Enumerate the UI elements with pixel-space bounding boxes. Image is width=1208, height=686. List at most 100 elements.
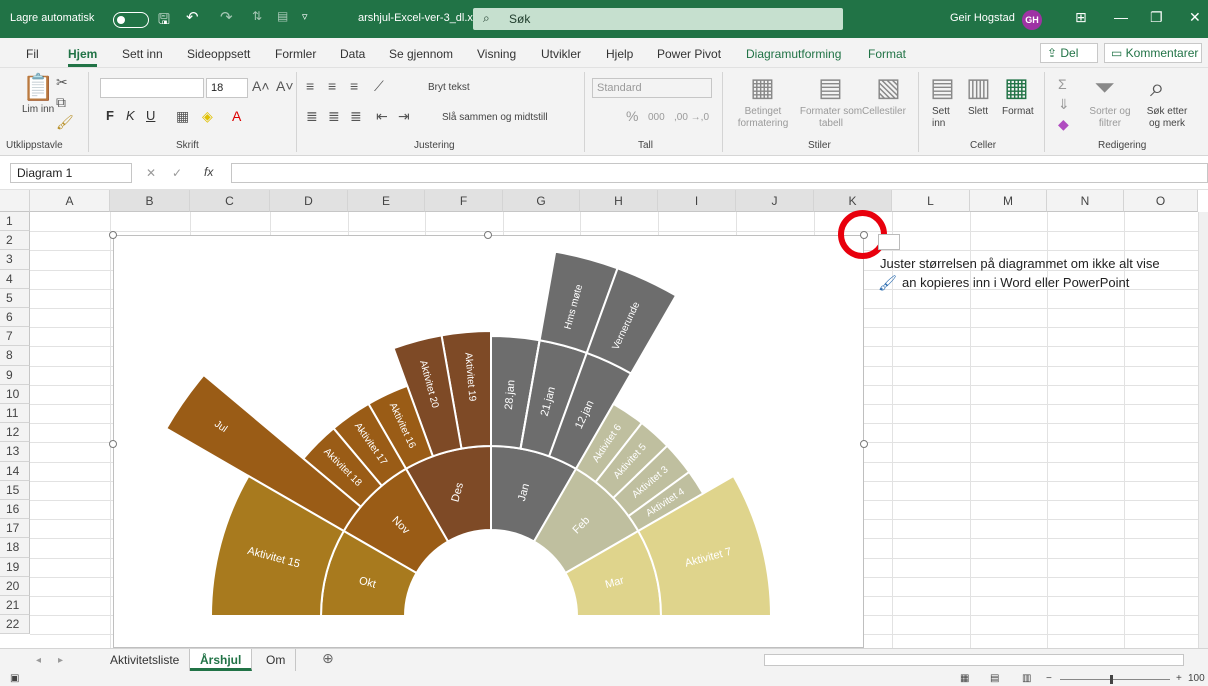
percent-button[interactable]: % xyxy=(626,109,638,123)
column-header[interactable]: F xyxy=(425,190,503,212)
borders-icon[interactable]: ▦ xyxy=(176,108,189,125)
align-left-icon[interactable]: ≣ xyxy=(306,108,318,125)
tab-home[interactable]: Hjem xyxy=(68,47,98,67)
tab-review[interactable]: Se gjennom xyxy=(389,47,453,61)
customize-toolbar-icon[interactable]: ▿ xyxy=(302,10,308,23)
comments-button[interactable]: ▭ Kommentarer xyxy=(1104,43,1202,63)
align-right-icon[interactable]: ≣ xyxy=(350,108,362,125)
indent-increase-icon[interactable]: ⇥ xyxy=(398,108,410,125)
enter-icon[interactable]: ✓ xyxy=(172,167,182,179)
resize-handle[interactable] xyxy=(860,440,868,448)
sheet-tab-aktivitetsliste[interactable]: Aktivitetsliste xyxy=(100,649,191,671)
row-header[interactable]: 13 xyxy=(0,442,30,462)
insert-function-icon[interactable]: fx xyxy=(204,166,213,178)
column-header[interactable]: D xyxy=(270,190,348,212)
fill-icon[interactable]: ⇓ xyxy=(1058,96,1070,113)
align-middle-icon[interactable]: ≡ xyxy=(328,78,336,94)
sunburst-chart[interactable]: Jan Feb Mar Des Nov Okt 28.jan 21.jan 12.jan Hms … xyxy=(113,235,864,648)
resize-handle[interactable] xyxy=(109,440,117,448)
zoom-slider[interactable] xyxy=(1060,679,1170,680)
next-sheet-icon[interactable]: ▸ xyxy=(58,655,63,667)
tab-view[interactable]: Visning xyxy=(477,47,516,61)
row-header[interactable]: 15 xyxy=(0,480,30,500)
tab-file[interactable]: Fil xyxy=(26,47,39,61)
bold-button[interactable]: F xyxy=(106,109,114,122)
worksheet-grid[interactable]: ABCDEFGHIJKLMNO 1 2 3 4 5 6 7 8 9 10 11 12 13 14 15 16 1… xyxy=(0,190,1208,648)
conditional-format-icon[interactable]: ▦ xyxy=(750,72,775,103)
add-sheet-button[interactable]: ⊕ xyxy=(322,651,334,665)
share-button[interactable]: ⇪ Del xyxy=(1040,43,1098,63)
tab-data[interactable]: Data xyxy=(340,47,365,61)
column-header[interactable]: O xyxy=(1124,190,1198,212)
column-header[interactable]: C xyxy=(190,190,270,212)
form-icon[interactable]: ▤ xyxy=(277,9,288,23)
horizontal-scrollbar[interactable] xyxy=(764,654,1184,666)
formula-input[interactable] xyxy=(231,163,1208,183)
increase-font-icon[interactable]: A˄ xyxy=(252,78,270,94)
font-size-select[interactable]: 18 xyxy=(206,78,248,98)
sheet-tab-arshjul[interactable]: Årshjul xyxy=(190,649,253,671)
sort-filter-icon[interactable]: ⏷ xyxy=(1094,72,1115,104)
font-family-select[interactable] xyxy=(100,78,204,98)
tab-insert[interactable]: Sett inn xyxy=(122,47,163,61)
row-header[interactable]: 2 xyxy=(0,231,30,251)
row-header[interactable]: 3 xyxy=(0,250,30,270)
resize-handle[interactable] xyxy=(484,231,492,239)
redo-icon[interactable]: ↷ xyxy=(220,8,233,26)
autosave-toggle[interactable] xyxy=(113,12,149,28)
row-header[interactable]: 5 xyxy=(0,288,30,308)
row-header[interactable]: 20 xyxy=(0,576,30,596)
tab-developer[interactable]: Utvikler xyxy=(541,47,581,61)
wrap-text-button[interactable]: Bryt tekst xyxy=(428,82,470,94)
format-table-icon[interactable]: ▤ xyxy=(818,72,843,103)
resize-handle[interactable] xyxy=(109,231,117,239)
row-header[interactable]: 6 xyxy=(0,308,30,328)
row-header[interactable]: 4 xyxy=(0,269,30,289)
clear-icon[interactable]: ◆ xyxy=(1058,116,1069,133)
row-header[interactable]: 18 xyxy=(0,538,30,558)
tab-chart-design[interactable]: Diagramutforming xyxy=(746,47,841,61)
row-header[interactable]: 8 xyxy=(0,346,30,366)
sort-filter-label[interactable]: Sorter og filtrer xyxy=(1086,106,1134,130)
search-box[interactable]: ⌕ Søk xyxy=(473,8,843,30)
prev-sheet-icon[interactable]: ◂ xyxy=(36,655,41,667)
close-icon[interactable]: ✕ xyxy=(1189,9,1201,26)
column-header[interactable]: M xyxy=(970,190,1047,212)
zoom-out-icon[interactable]: − xyxy=(1046,673,1052,684)
column-header[interactable]: K xyxy=(814,190,892,212)
format-table-label[interactable]: Formater som tabell xyxy=(798,106,864,130)
maximize-icon[interactable]: ❐ xyxy=(1150,9,1163,26)
orientation-icon[interactable]: ⟋ xyxy=(374,78,384,95)
row-header[interactable]: 10 xyxy=(0,384,30,404)
undo-icon[interactable]: ↶ xyxy=(186,8,199,26)
cut-icon[interactable]: ✂ xyxy=(56,74,68,91)
underline-button[interactable]: U xyxy=(146,109,155,122)
tab-power-pivot[interactable]: Power Pivot xyxy=(657,47,721,61)
normal-view-icon[interactable]: ▦ xyxy=(960,673,969,684)
indent-decrease-icon[interactable]: ⇤ xyxy=(376,108,388,125)
find-select-icon[interactable]: ⌕ xyxy=(1150,72,1165,104)
macro-record-icon[interactable]: ▣ xyxy=(10,673,19,684)
column-header[interactable]: E xyxy=(348,190,425,212)
cell-styles-label[interactable]: Cellestiler xyxy=(862,106,906,118)
row-header[interactable]: 11 xyxy=(0,404,30,424)
align-center-icon[interactable]: ≣ xyxy=(328,108,340,125)
zoom-slider-thumb[interactable] xyxy=(1110,675,1113,684)
page-break-view-icon[interactable]: ▥ xyxy=(1022,673,1031,684)
page-layout-view-icon[interactable]: ▤ xyxy=(990,673,999,684)
number-format-select[interactable]: Standard xyxy=(592,78,712,98)
chart-styles-icon[interactable]: 🖌 xyxy=(878,274,897,292)
italic-button[interactable]: K xyxy=(126,109,135,122)
fill-color-icon[interactable]: ◈ xyxy=(202,108,213,125)
zoom-level[interactable]: 100 xyxy=(1188,673,1205,684)
format-cells-icon[interactable]: ▦ xyxy=(1004,72,1029,103)
row-header[interactable]: 7 xyxy=(0,327,30,347)
delete-cells-icon[interactable]: ▥ xyxy=(966,72,991,103)
tab-formulas[interactable]: Formler xyxy=(275,47,316,61)
align-top-icon[interactable]: ≡ xyxy=(306,78,314,94)
format-painter-icon[interactable]: 🖌 xyxy=(56,114,74,131)
column-header[interactable]: B xyxy=(110,190,190,212)
row-header[interactable]: 1 xyxy=(0,212,30,232)
column-header[interactable]: I xyxy=(658,190,736,212)
vertical-scrollbar[interactable] xyxy=(1198,212,1208,648)
